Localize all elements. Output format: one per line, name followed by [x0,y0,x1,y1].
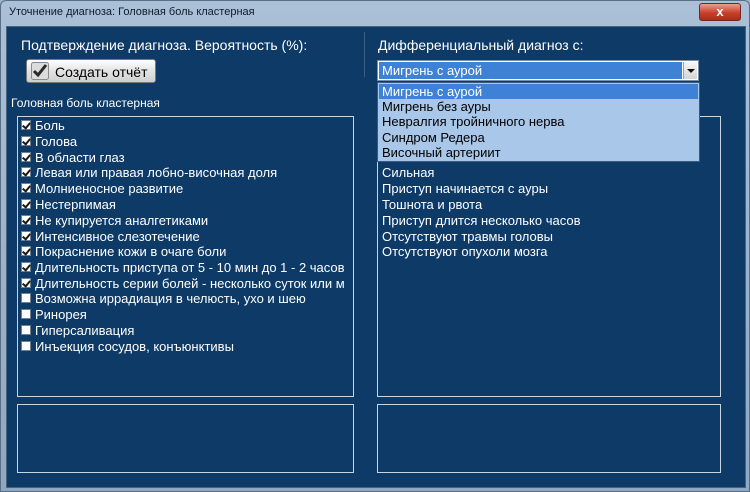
list-item: Отсутствуют опухоли мозга [382,244,548,259]
checkbox[interactable] [21,292,31,303]
checkbox[interactable] [21,277,31,288]
window-title: Уточнение диагноза: Головная боль класте… [9,6,255,18]
symptom-item[interactable]: Покраснение кожи в очаге боли [21,244,226,260]
confirm-probability-label: Подтверждение диагноза. Вероятность (%): [21,37,308,53]
close-button[interactable]: x [699,3,741,21]
checkbox[interactable] [21,324,31,335]
checkbox[interactable] [21,261,31,272]
symptom-item[interactable]: Длительность серии болей - несколько сут… [21,276,345,292]
checkbox[interactable] [21,135,31,146]
diagnosis-window: Уточнение диагноза: Головная боль класте… [0,0,750,492]
differential-dropdown[interactable]: Мигрень с аурой Мигрень без ауры Невралг… [377,82,700,162]
create-report-label: Создать отчёт [55,64,148,80]
header-divider [364,32,365,77]
differential-select[interactable]: Мигрень с аурой [377,60,699,81]
dropdown-option[interactable]: Височный артериит [379,145,698,160]
checkbox[interactable] [21,308,31,319]
checkbox[interactable] [21,230,31,241]
symptom-item[interactable]: Ринорея [21,307,87,323]
list-item: Приступ начинается с ауры [382,181,549,196]
checkbox[interactable] [21,182,31,193]
right-notes-panel[interactable] [377,404,721,473]
symptom-item[interactable]: В области глаз [21,150,125,166]
list-item: Отсутствуют травмы головы [382,229,554,244]
title-bar[interactable]: Уточнение диагноза: Головная боль класте… [1,1,749,25]
list-item: Тошнота и рвота [382,197,483,212]
list-item: Сильная [382,165,435,180]
checkbox[interactable] [21,166,31,177]
symptom-item[interactable]: Левая или правая лобно-височная доля [21,165,277,181]
dropdown-option[interactable]: Синдром Редера [379,130,698,145]
symptom-item[interactable]: Нестерпимая [21,197,116,213]
symptom-item[interactable]: Молниеносное развитие [21,181,183,197]
differential-diagnosis-label: Дифференциальный диагноз с: [378,37,584,53]
symptoms-checklist[interactable]: Боль Голова В области глаз Левая или пра… [17,116,354,397]
symptom-item[interactable]: Не купируется аналгетиками [21,213,208,229]
dropdown-option[interactable]: Невралгия тройничного нерва [379,114,698,129]
create-report-button[interactable]: Создать отчёт [26,59,156,83]
chevron-down-icon[interactable] [683,62,697,79]
checkmark-icon [31,62,49,80]
left-panel-title: Головная боль кластерная [11,96,160,110]
checkbox[interactable] [21,198,31,209]
left-notes-panel[interactable] [17,404,354,473]
symptom-item[interactable]: Гиперсаливация [21,323,134,339]
checkbox[interactable] [21,119,31,130]
symptom-item[interactable]: Интенсивное слезотечение [21,229,200,245]
symptom-item[interactable]: Возможна иррадиация в челюсть, ухо и шею [21,291,306,307]
checkbox[interactable] [21,151,31,162]
client-area: Подтверждение диагноза. Вероятность (%):… [6,26,746,488]
checkbox[interactable] [21,340,31,351]
symptom-item[interactable]: Инъекция сосудов, конъюнктивы [21,339,234,355]
symptom-item[interactable]: Длительность приступа от 5 - 10 мин до 1… [21,260,345,276]
differential-select-value: Мигрень с аурой [379,62,682,79]
close-icon: x [716,4,724,19]
symptom-item[interactable]: Боль [21,118,65,134]
checkbox[interactable] [21,245,31,256]
dropdown-option[interactable]: Мигрень без ауры [379,99,698,114]
symptom-item[interactable]: Голова [21,134,77,150]
checkbox[interactable] [21,214,31,225]
dropdown-option[interactable]: Мигрень с аурой [379,84,698,99]
list-item: Приступ длится несколько часов [382,213,581,228]
